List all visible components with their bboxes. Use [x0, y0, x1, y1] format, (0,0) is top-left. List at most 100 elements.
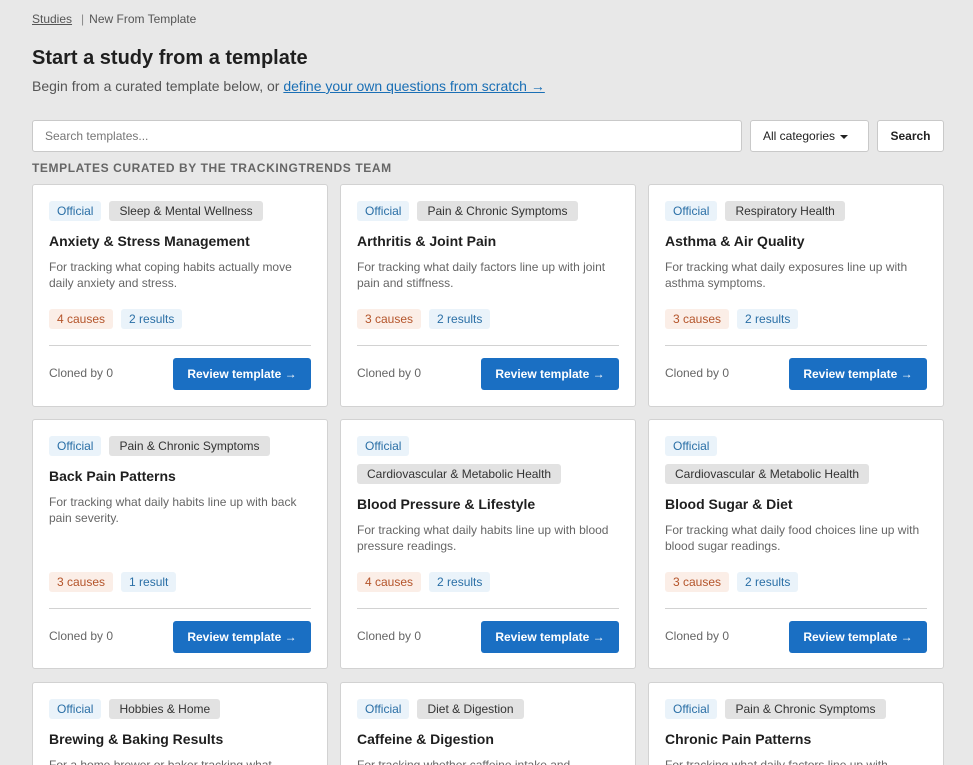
card-description: For tracking whether caffeine intake and: [357, 758, 571, 765]
cloned-count: Cloned by 0: [49, 366, 114, 380]
page-title: Start a study from a template: [32, 47, 308, 69]
template-card: Official Pain & Chronic Symptoms Arthrit…: [340, 184, 636, 407]
breadcrumb-studies-link[interactable]: Studies: [32, 12, 72, 26]
causes-count: 4 causes: [357, 572, 422, 592]
subtitle-text: Begin from a curated template below, or: [32, 78, 284, 94]
cloned-count: Cloned by 0: [357, 629, 422, 643]
causes-count: 3 causes: [357, 309, 422, 329]
card-title: Anxiety & Stress Management: [49, 233, 250, 249]
scratch-link[interactable]: define your own questions from scratch →: [283, 78, 544, 94]
card-metrics: 3 causes 2 results: [665, 309, 799, 329]
card-title: Brewing & Baking Results: [49, 731, 224, 747]
review-template-button[interactable]: Review template →: [789, 358, 927, 390]
card-divider: [49, 345, 311, 346]
review-template-button[interactable]: Review template →: [173, 358, 311, 390]
template-card: Official Diet & Digestion Caffeine & Dig…: [340, 682, 636, 765]
category-tag: Hobbies & Home: [109, 699, 221, 719]
card-title: Caffeine & Digestion: [357, 731, 494, 747]
official-badge: Official: [665, 201, 718, 221]
category-select-value: All categories: [763, 129, 836, 143]
template-card: Official Respiratory Health Asthma & Air…: [648, 184, 944, 407]
card-divider: [665, 345, 927, 346]
official-badge: Official: [665, 699, 718, 719]
caret-down-icon: [840, 134, 849, 139]
card-tags: Official Pain & Chronic Symptoms: [49, 436, 311, 456]
card-description: For tracking what daily factors line up …: [665, 758, 888, 765]
breadcrumb-current: New From Template: [89, 12, 197, 26]
official-badge: Official: [49, 201, 102, 221]
card-title: Arthritis & Joint Pain: [357, 233, 497, 249]
card-description: For tracking what daily habits line up w…: [49, 495, 297, 525]
category-tag: Cardiovascular & Metabolic Health: [665, 464, 870, 484]
review-template-button[interactable]: Review template →: [173, 621, 311, 653]
card-tags: Official Sleep & Mental Wellness: [49, 201, 311, 221]
causes-count: 3 causes: [665, 572, 730, 592]
card-description: For a home brewer or baker tracking what: [49, 758, 272, 765]
card-tags: Official Cardiovascular & Metabolic Heal…: [665, 436, 870, 484]
category-tag: Pain & Chronic Symptoms: [109, 436, 270, 456]
template-card: Official Cardiovascular & Metabolic Heal…: [340, 419, 636, 669]
card-metrics: 3 causes 2 results: [357, 309, 491, 329]
official-badge: Official: [357, 699, 410, 719]
official-badge: Official: [357, 201, 410, 221]
card-tags: Official Pain & Chronic Symptoms: [665, 699, 927, 719]
card-description: For tracking what daily exposures line u…: [665, 260, 908, 290]
category-select[interactable]: All categories: [750, 120, 869, 152]
category-tag: Pain & Chronic Symptoms: [417, 201, 578, 221]
category-tag: Pain & Chronic Symptoms: [725, 699, 886, 719]
template-card: Official Hobbies & Home Brewing & Baking…: [32, 682, 328, 765]
card-metrics: 3 causes 2 results: [665, 572, 799, 592]
template-card: Official Sleep & Mental Wellness Anxiety…: [32, 184, 328, 407]
results-count: 1 result: [121, 572, 177, 592]
cloned-count: Cloned by 0: [665, 629, 730, 643]
category-tag: Diet & Digestion: [417, 699, 524, 719]
results-count: 2 results: [737, 572, 799, 592]
card-description: For tracking what daily food choices lin…: [665, 523, 920, 553]
official-badge: Official: [357, 436, 410, 456]
card-metrics: 4 causes 2 results: [357, 572, 491, 592]
search-input[interactable]: [32, 120, 742, 152]
results-count: 2 results: [737, 309, 799, 329]
section-heading: TEMPLATES CURATED BY THE TRACKINGTRENDS …: [32, 161, 392, 175]
card-tags: Official Cardiovascular & Metabolic Heal…: [357, 436, 562, 484]
template-card: Official Cardiovascular & Metabolic Heal…: [648, 419, 944, 669]
card-divider: [665, 608, 927, 609]
official-badge: Official: [49, 436, 102, 456]
card-description: For tracking what daily habits line up w…: [357, 523, 609, 553]
results-count: 2 results: [429, 572, 491, 592]
search-bar: All categories Search: [32, 120, 944, 152]
review-template-button[interactable]: Review template →: [789, 621, 927, 653]
card-title: Blood Sugar & Diet: [665, 496, 793, 512]
breadcrumb-separator: |: [81, 12, 85, 26]
card-title: Back Pain Patterns: [49, 468, 176, 484]
card-title: Asthma & Air Quality: [665, 233, 805, 249]
category-tag: Cardiovascular & Metabolic Health: [357, 464, 562, 484]
card-tags: Official Respiratory Health: [665, 201, 927, 221]
review-template-button[interactable]: Review template →: [481, 358, 619, 390]
card-divider: [49, 608, 311, 609]
card-tags: Official Diet & Digestion: [357, 699, 619, 719]
page-subtitle: Begin from a curated template below, or …: [32, 78, 545, 94]
template-card: Official Pain & Chronic Symptoms Back Pa…: [32, 419, 328, 669]
category-tag: Sleep & Mental Wellness: [109, 201, 263, 221]
card-description: For tracking what coping habits actually…: [49, 260, 292, 290]
category-tag: Respiratory Health: [725, 201, 845, 221]
card-tags: Official Hobbies & Home: [49, 699, 311, 719]
official-badge: Official: [665, 436, 718, 456]
card-divider: [357, 608, 619, 609]
cloned-count: Cloned by 0: [49, 629, 114, 643]
card-tags: Official Pain & Chronic Symptoms: [357, 201, 619, 221]
cloned-count: Cloned by 0: [665, 366, 730, 380]
review-template-button[interactable]: Review template →: [481, 621, 619, 653]
breadcrumb: Studies | New From Template: [32, 12, 196, 26]
card-title: Chronic Pain Patterns: [665, 731, 812, 747]
results-count: 2 results: [121, 309, 183, 329]
search-button[interactable]: Search: [877, 120, 944, 152]
causes-count: 3 causes: [49, 572, 114, 592]
card-metrics: 3 causes 1 result: [49, 572, 177, 592]
card-divider: [357, 345, 619, 346]
card-description: For tracking what daily factors line up …: [357, 260, 606, 290]
official-badge: Official: [49, 699, 102, 719]
card-metrics: 4 causes 2 results: [49, 309, 183, 329]
causes-count: 4 causes: [49, 309, 114, 329]
